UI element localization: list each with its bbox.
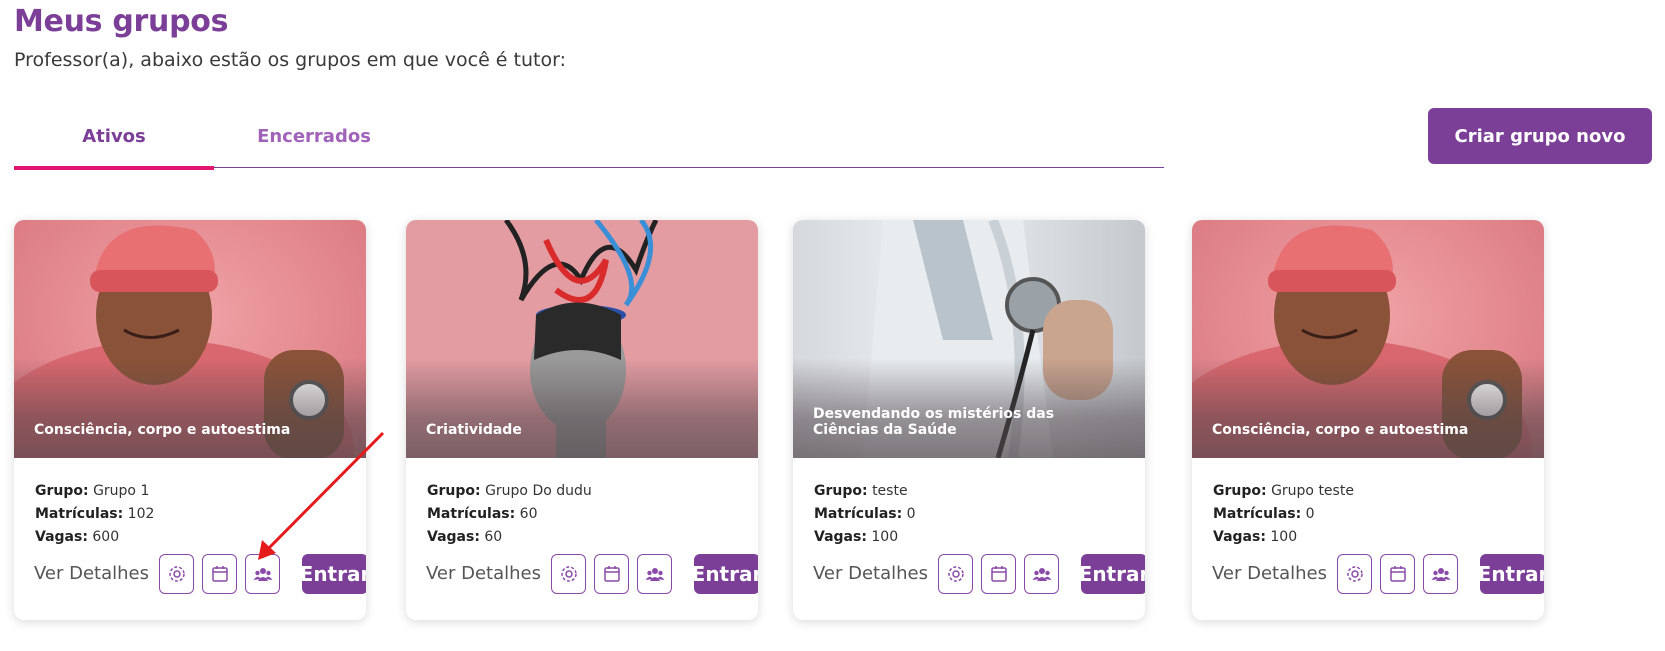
- card-actions: Ver Detalhes Entrar: [426, 554, 758, 594]
- calendar-button[interactable]: [202, 554, 237, 594]
- seats-count: 100: [1270, 529, 1298, 545]
- card-image: Desvendando os mistérios das Ciências da…: [793, 220, 1145, 458]
- enter-button[interactable]: Entrar: [1478, 554, 1544, 594]
- card-title: Consciência, corpo e autoestima: [34, 422, 291, 438]
- enter-button[interactable]: Entrar: [1079, 554, 1145, 594]
- group-card: Consciência, corpo e autoestima Grupo: G…: [14, 220, 366, 620]
- group-name: Grupo teste: [1271, 483, 1354, 499]
- group-name: teste: [872, 483, 908, 499]
- card-info: Grupo: Grupo 1 Matrículas: 102 Vagas: 60…: [35, 483, 155, 545]
- details-link[interactable]: Ver Detalhes: [34, 563, 149, 584]
- card-image: Consciência, corpo e autoestima: [14, 220, 366, 458]
- gear-icon: [1346, 566, 1363, 582]
- details-link[interactable]: Ver Detalhes: [813, 563, 928, 584]
- create-group-button[interactable]: Criar grupo novo: [1428, 108, 1652, 164]
- card-actions: Ver Detalhes Entrar: [1212, 554, 1544, 594]
- group-name: Grupo Do dudu: [485, 483, 592, 499]
- settings-button[interactable]: [551, 554, 586, 594]
- page-title: Meus grupos: [14, 4, 229, 39]
- people-icon: [1431, 568, 1450, 581]
- tab-ativos[interactable]: Ativos: [14, 108, 214, 170]
- details-link[interactable]: Ver Detalhes: [1212, 563, 1327, 584]
- calendar-button[interactable]: [981, 554, 1016, 594]
- card-title: Desvendando os mistérios das Ciências da…: [813, 406, 1055, 438]
- details-link[interactable]: Ver Detalhes: [426, 563, 541, 584]
- calendar-icon: [990, 566, 1007, 582]
- group-card: Consciência, corpo e autoestima Grupo: G…: [1192, 220, 1544, 620]
- tab-encerrados[interactable]: Encerrados: [214, 108, 414, 168]
- settings-button[interactable]: [1337, 554, 1372, 594]
- settings-button[interactable]: [159, 554, 194, 594]
- calendar-button[interactable]: [1380, 554, 1415, 594]
- seats-count: 60: [484, 529, 503, 545]
- people-icon: [1032, 568, 1051, 581]
- gear-icon: [168, 566, 185, 582]
- members-button[interactable]: [637, 554, 672, 594]
- group-cards: Consciência, corpo e autoestima Grupo: G…: [0, 220, 1665, 620]
- card-info: Grupo: Grupo teste Matrículas: 0 Vagas: …: [1213, 483, 1354, 545]
- people-icon: [645, 568, 664, 581]
- calendar-icon: [603, 566, 620, 582]
- seats-count: 100: [871, 529, 899, 545]
- members-button[interactable]: [1024, 554, 1059, 594]
- calendar-button[interactable]: [594, 554, 629, 594]
- gear-icon: [560, 566, 577, 582]
- card-image: Criatividade: [406, 220, 758, 458]
- enrollments-count: 102: [127, 506, 155, 522]
- members-button[interactable]: [1423, 554, 1458, 594]
- card-image: Consciência, corpo e autoestima: [1192, 220, 1544, 458]
- group-card: Desvendando os mistérios das Ciências da…: [793, 220, 1145, 620]
- group-name: Grupo 1: [93, 483, 150, 499]
- calendar-icon: [1389, 566, 1406, 582]
- card-title: Consciência, corpo e autoestima: [1212, 422, 1469, 438]
- card-info: Grupo: Grupo Do dudu Matrículas: 60 Vaga…: [427, 483, 592, 545]
- calendar-icon: [211, 566, 228, 582]
- card-title: Criatividade: [426, 422, 522, 438]
- group-card: Criatividade Grupo: Grupo Do dudu Matríc…: [406, 220, 758, 620]
- card-actions: Ver Detalhes Entrar: [813, 554, 1145, 594]
- page-subtitle: Professor(a), abaixo estão os grupos em …: [14, 49, 566, 71]
- tabs-bar: Ativos Encerrados: [14, 108, 1164, 170]
- enter-button[interactable]: Entrar: [692, 554, 758, 594]
- gear-icon: [947, 566, 964, 582]
- members-button[interactable]: [245, 554, 280, 594]
- enrollments-count: 0: [906, 506, 916, 522]
- card-info: Grupo: teste Matrículas: 0 Vagas: 100: [814, 483, 916, 545]
- settings-button[interactable]: [938, 554, 973, 594]
- enrollments-count: 0: [1305, 506, 1315, 522]
- people-icon: [253, 568, 272, 581]
- enrollments-count: 60: [519, 506, 538, 522]
- enter-button[interactable]: Entrar: [300, 554, 366, 594]
- card-actions: Ver Detalhes Entrar: [34, 554, 366, 594]
- seats-count: 600: [92, 529, 120, 545]
